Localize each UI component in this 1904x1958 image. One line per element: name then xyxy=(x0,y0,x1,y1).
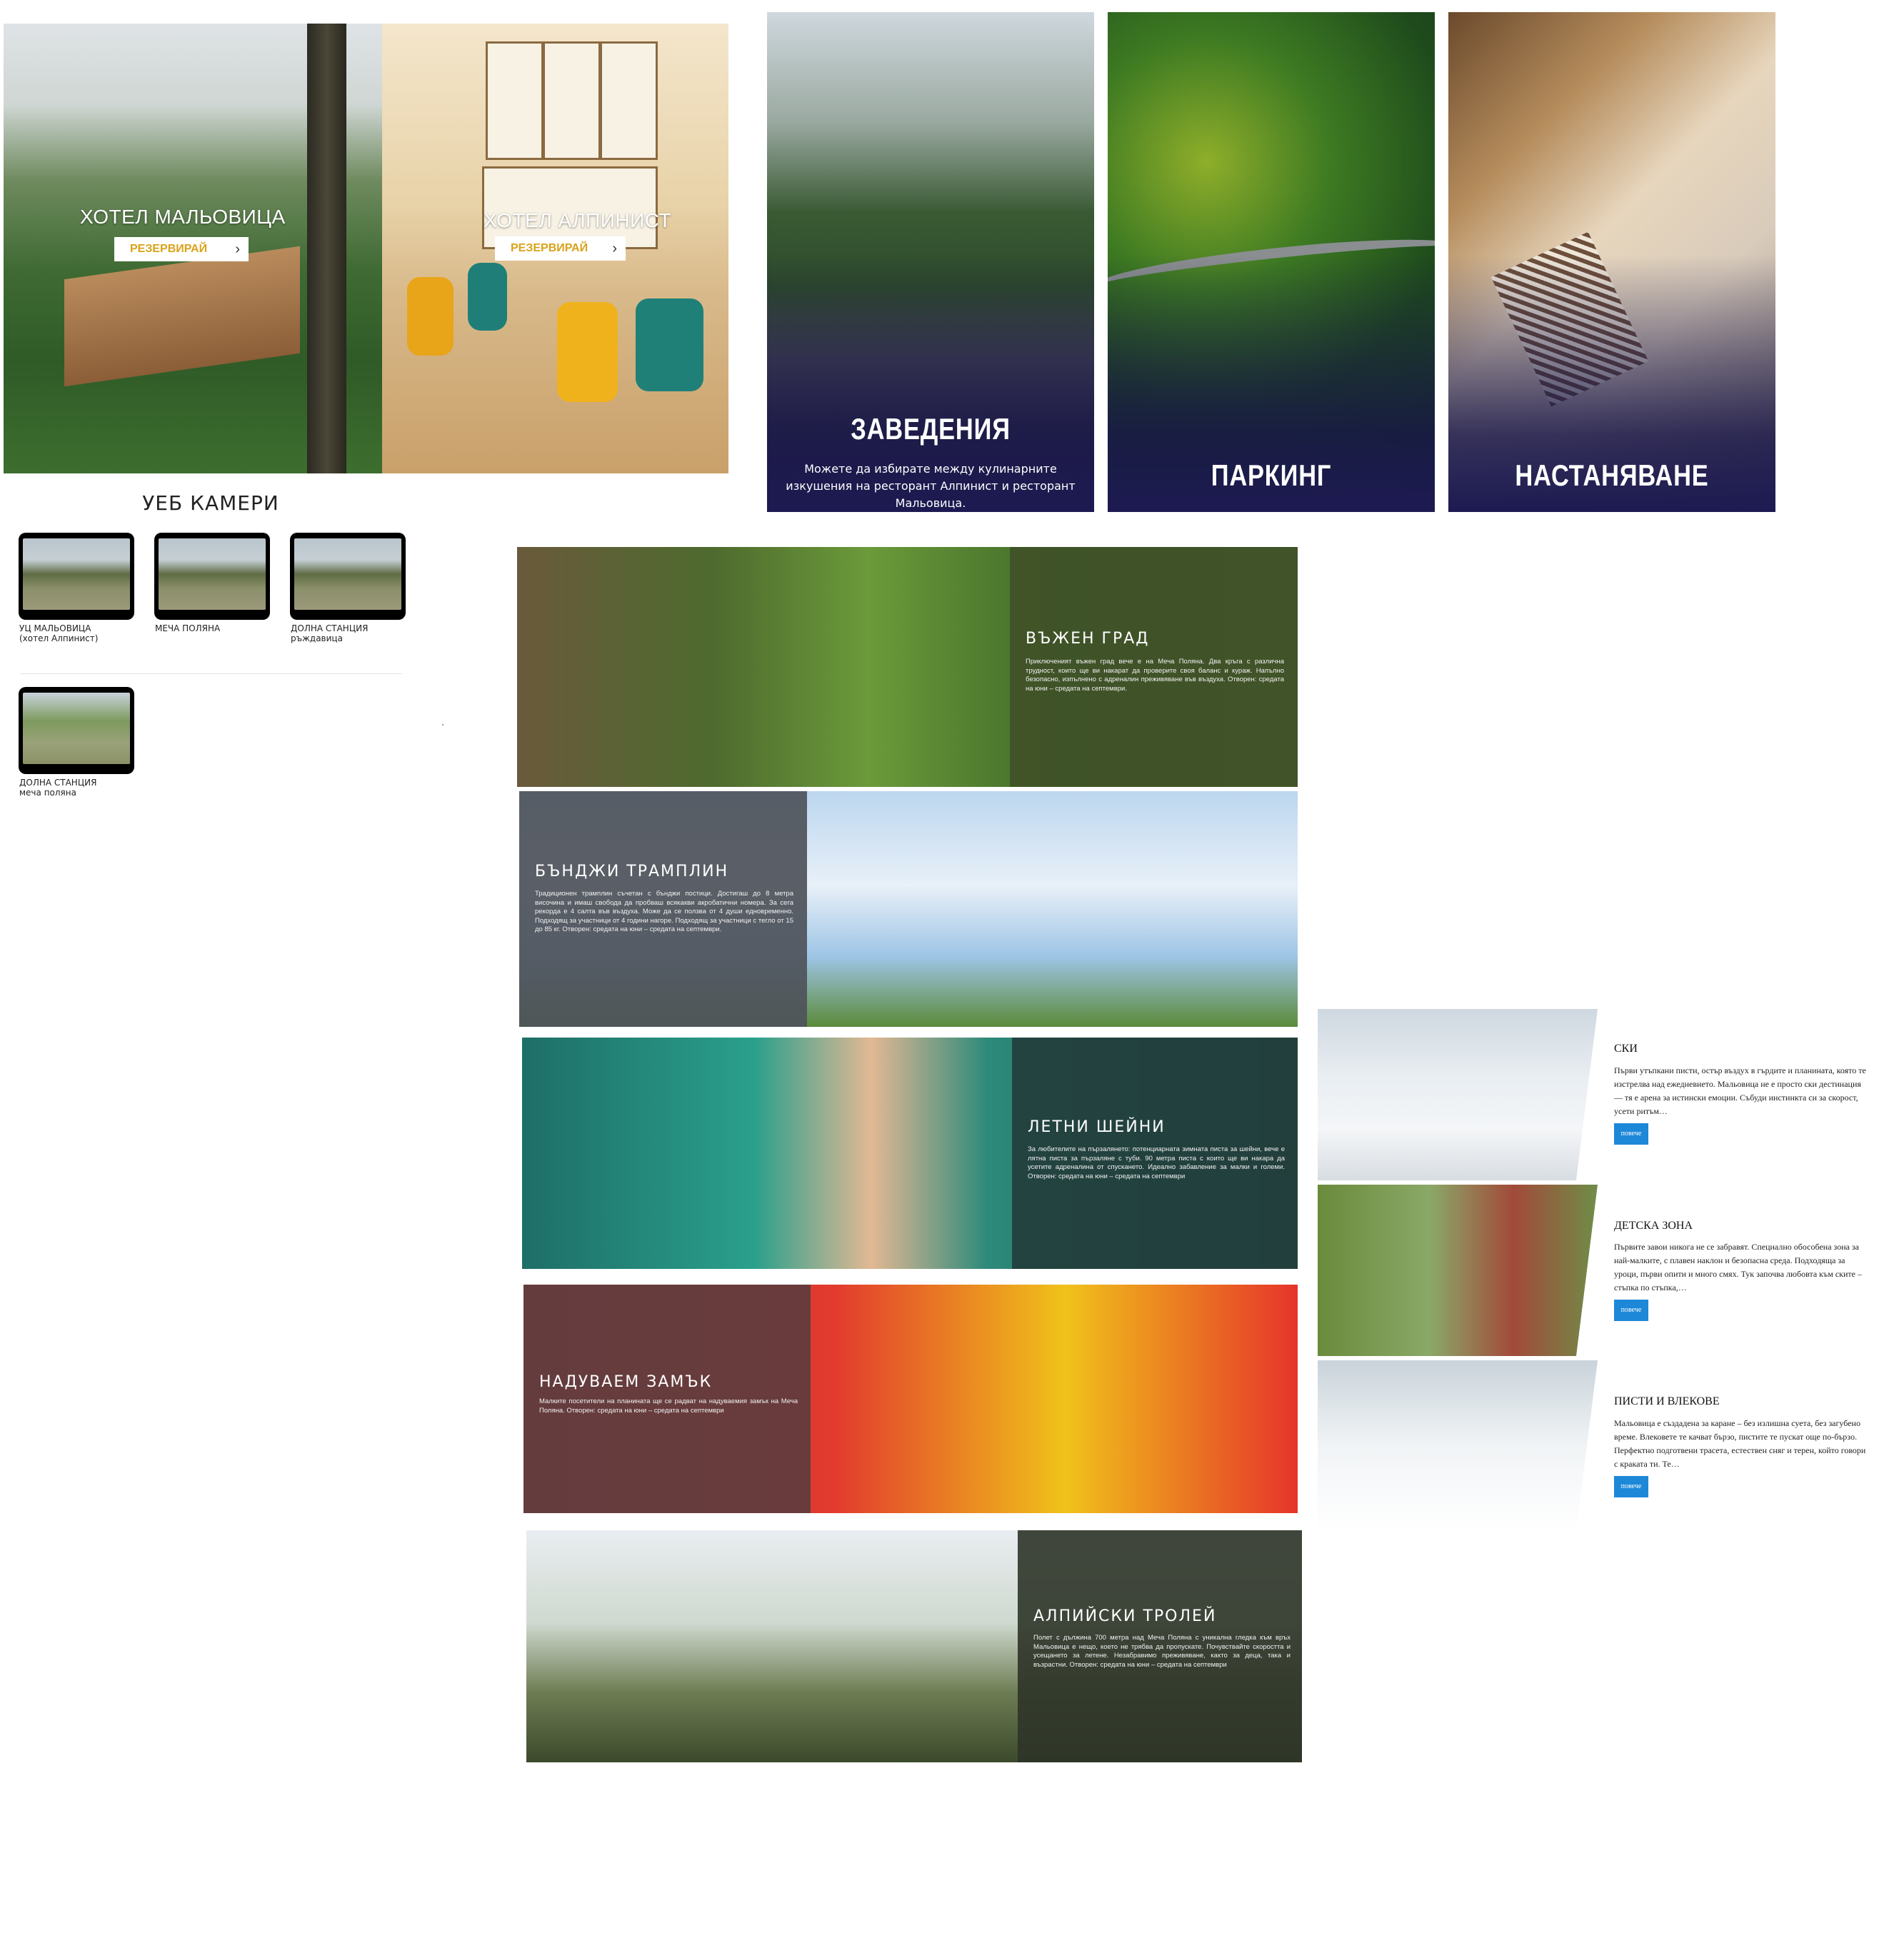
activity-description: Традиционен трамплин съчетан с бънджи по… xyxy=(535,890,793,933)
more-button[interactable]: повече xyxy=(1614,1476,1648,1497)
webcam-label-line1: МЕЧА ПОЛЯНА xyxy=(155,623,221,633)
hotel-card-malyovitsa[interactable]: ХОТЕЛ МАЛЬОВИЦА РЕЗЕРВИРАЙ › xyxy=(4,24,382,473)
hotel-title: ХОТЕЛ МАЛЬОВИЦА xyxy=(80,206,286,228)
webcam-image xyxy=(23,693,130,764)
webcam-thumbnail[interactable] xyxy=(19,687,134,774)
activity-description: Приключеният въжен град вече е на Меча П… xyxy=(1026,658,1284,693)
activity-title: НАДУВАЕМ ЗАМЪК xyxy=(539,1373,713,1391)
activity-text-panel: БЪНДЖИ ТРАМПЛИН Традиционен трамплин съч… xyxy=(519,791,807,1027)
chair-image xyxy=(557,302,618,402)
webcam-label-line2: меча поляна xyxy=(19,788,76,798)
hotel-card-alpinist[interactable]: ХОТЕЛ АЛПИНИСТ РЕЗЕРВИРАЙ › xyxy=(382,24,728,473)
activity-title: АЛПИЙСКИ ТРОЛЕЙ xyxy=(1033,1607,1217,1625)
feature-title: ЗАВЕДЕНИЯ xyxy=(851,412,1011,446)
side-item-title: СКИ xyxy=(1614,1043,1638,1055)
side-item-title: ДЕТСКА ЗОНА xyxy=(1614,1220,1693,1232)
more-button[interactable]: повече xyxy=(1614,1123,1648,1145)
chevron-right-icon: › xyxy=(612,241,617,256)
activity-title: БЪНДЖИ ТРАМПЛИН xyxy=(535,863,729,880)
activity-description: Полет с дължина 700 метра над Меча Полян… xyxy=(1033,1634,1291,1669)
feature-title: ПАРКИНГ xyxy=(1211,458,1332,492)
webcam-image xyxy=(294,538,401,610)
side-item-text: Мальовица е създадена за каране – без из… xyxy=(1614,1418,1866,1469)
webcam-thumbnail[interactable] xyxy=(154,533,270,620)
decorative-dot xyxy=(442,724,444,726)
activity-banner-inflatable-castle[interactable]: НАДУВАЕМ ЗАМЪК Малките посетители на пла… xyxy=(523,1285,1298,1513)
webcam-label-line2: (хотел Алпинист) xyxy=(19,633,99,643)
activity-title: ЛЕТНИ ШЕЙНИ xyxy=(1028,1118,1166,1136)
chair-image xyxy=(636,298,703,391)
side-item-text: Първи утъпкани писти, остър въздух в гър… xyxy=(1614,1065,1866,1116)
diagonal-cut xyxy=(1576,1185,1598,1356)
reserve-button[interactable]: РЕЗЕРВИРАЙ › xyxy=(495,236,626,261)
webcam-thumbnail[interactable] xyxy=(290,533,406,620)
webcam-label-line2: ръждавица xyxy=(291,633,343,643)
webcam-label: ДОЛНА СТАНЦИЯ ръждавица xyxy=(291,623,368,643)
reserve-button-label: РЕЗЕРВИРАЙ xyxy=(511,242,588,254)
side-item-title: ПИСТИ И ВЛЕКОВЕ xyxy=(1614,1395,1720,1407)
webcam-label-line1: ДОЛНА СТАНЦИЯ xyxy=(19,778,97,788)
activity-title: ВЪЖЕН ГРАД xyxy=(1026,630,1150,648)
chevron-right-icon: › xyxy=(235,241,240,257)
webcam-label: УЦ МАЛЬОВИЦА (хотел Алпинист) xyxy=(19,623,98,643)
reserve-button[interactable]: РЕЗЕРВИРАЙ › xyxy=(114,237,249,261)
hotel-title: ХОТЕЛ АЛПИНИСТ xyxy=(483,209,672,231)
activity-text-panel: НАДУВАЕМ ЗАМЪК Малките посетители на пла… xyxy=(523,1285,811,1513)
activity-text-panel: ВЪЖЕН ГРАД Приключеният въжен град вече … xyxy=(1010,547,1298,787)
webcams-heading: УЕБ КАМЕРИ xyxy=(142,491,279,515)
activity-banner-bungee-trampoline[interactable]: БЪНДЖИ ТРАМПЛИН Традиционен трамплин съч… xyxy=(519,791,1298,1027)
webcam-thumbnail[interactable] xyxy=(19,533,134,620)
webcam-divider xyxy=(20,673,402,674)
window-image xyxy=(486,41,543,160)
activity-text-panel: ЛЕТНИ ШЕЙНИ За любителите на пързалянето… xyxy=(1012,1038,1298,1269)
webcam-label-line1: ДОЛНА СТАНЦИЯ xyxy=(291,623,369,633)
window-image xyxy=(600,41,658,160)
activity-banner-summer-sleds[interactable]: ЛЕТНИ ШЕЙНИ За любителите на пързалянето… xyxy=(522,1038,1298,1269)
more-button[interactable]: повече xyxy=(1614,1300,1648,1321)
tree-trunk-image xyxy=(307,24,346,473)
feature-description: Можете да избирате между кулинарните изк… xyxy=(786,462,1076,510)
hotel-building-image xyxy=(64,246,300,387)
webcam-label-line1: УЦ МАЛЬОВИЦА xyxy=(19,623,91,633)
activity-banner-alpine-zipline[interactable]: АЛПИЙСКИ ТРОЛЕЙ Полет с дължина 700 метр… xyxy=(526,1530,1302,1762)
webcam-image xyxy=(23,538,130,610)
feature-card-parking[interactable]: ПАРКИНГ xyxy=(1108,12,1435,512)
chair-image xyxy=(468,263,507,331)
kids-zone-thumbnail[interactable] xyxy=(1318,1185,1598,1356)
diagonal-cut xyxy=(1576,1360,1598,1532)
side-item-text: Първите завои никога не се забравят. Спе… xyxy=(1614,1242,1862,1292)
activity-banner-rope-park[interactable]: ВЪЖЕН ГРАД Приключеният въжен град вече … xyxy=(517,547,1298,787)
chair-image xyxy=(407,277,454,356)
diagonal-cut xyxy=(1576,1009,1598,1180)
feature-title: НАСТАНЯВАНЕ xyxy=(1515,458,1709,492)
activity-description: Малките посетители на планината ще се ра… xyxy=(539,1397,798,1415)
webcam-label: МЕЧА ПОЛЯНА xyxy=(155,623,220,633)
activity-description: За любителите на пързалянето: потенциарн… xyxy=(1028,1145,1285,1180)
slopes-thumbnail[interactable] xyxy=(1318,1360,1598,1532)
webcam-image xyxy=(159,538,266,610)
window-image xyxy=(543,41,601,160)
ski-thumbnail[interactable] xyxy=(1318,1009,1598,1180)
reserve-button-label: РЕЗЕРВИРАЙ xyxy=(130,243,208,255)
webcam-label: ДОЛНА СТАНЦИЯ меча поляна xyxy=(19,778,96,798)
activity-text-panel: АЛПИЙСКИ ТРОЛЕЙ Полет с дължина 700 метр… xyxy=(1018,1530,1302,1762)
feature-card-accommodation[interactable]: НАСТАНЯВАНЕ xyxy=(1448,12,1775,512)
feature-card-restaurants[interactable]: ЗАВЕДЕНИЯ Можете да избирате между кулин… xyxy=(767,12,1094,512)
